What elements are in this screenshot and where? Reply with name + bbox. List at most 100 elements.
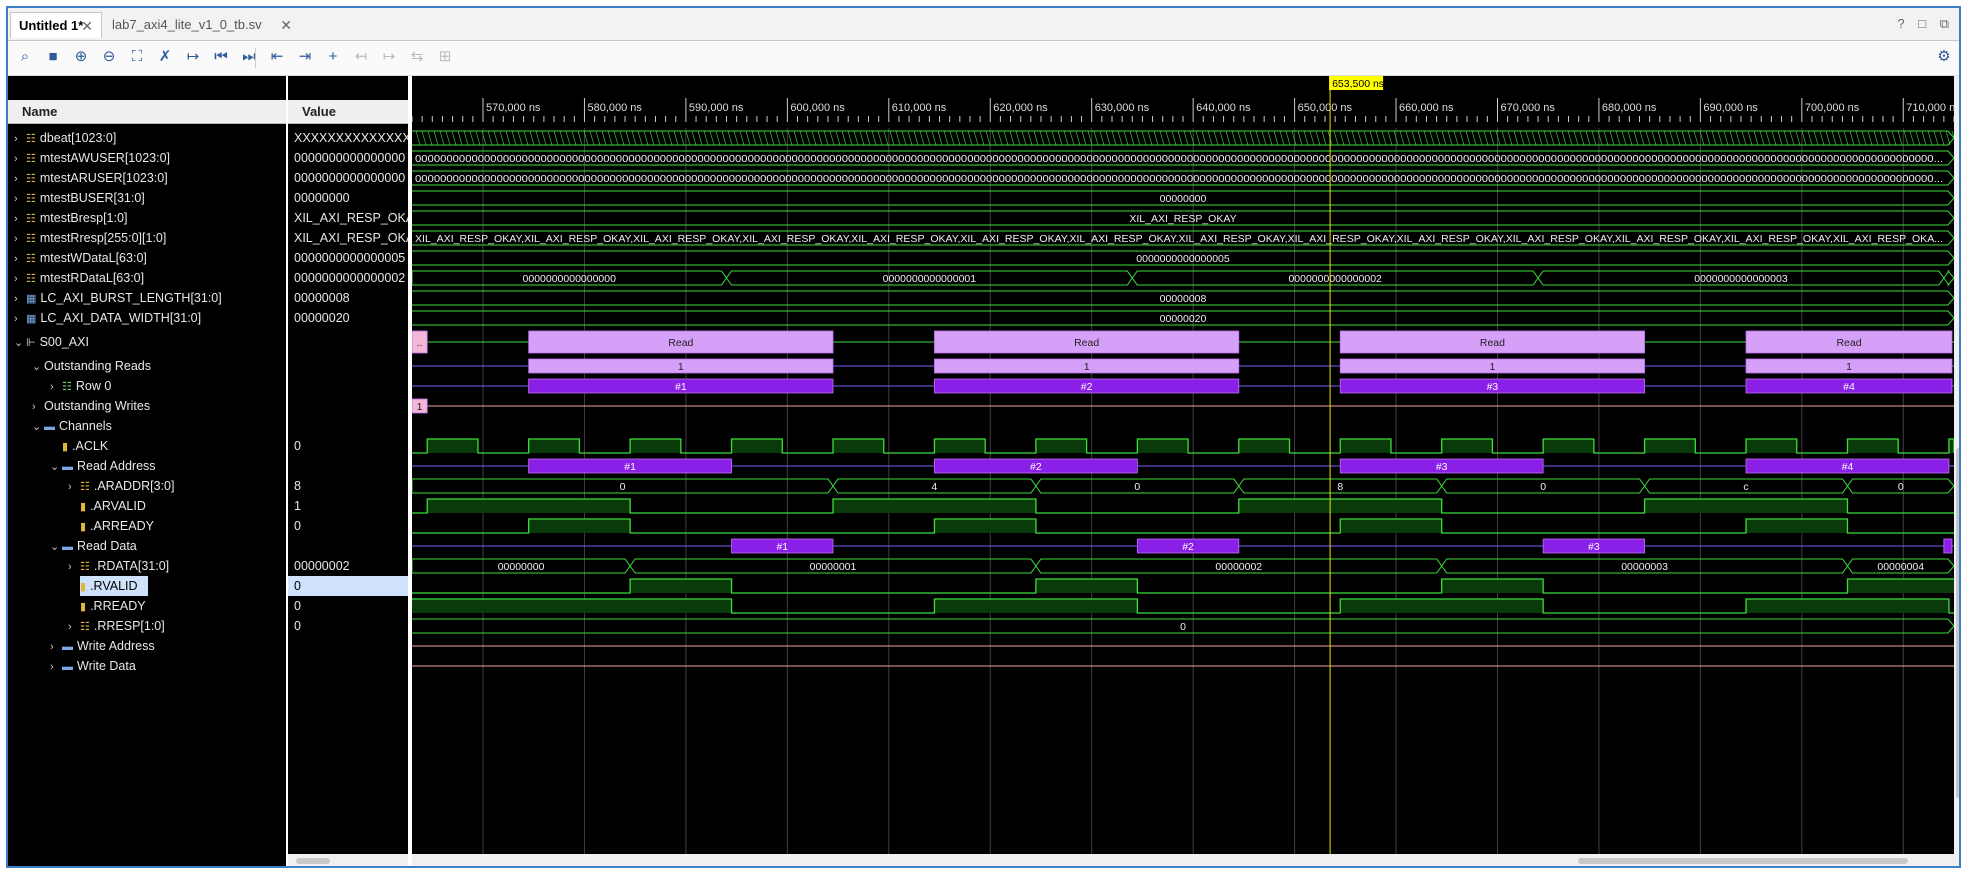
signal-row-write-data[interactable]: › ▬ Write Data bbox=[50, 656, 136, 676]
chevron-right-icon[interactable]: › bbox=[68, 617, 80, 637]
waveform-lc-axi-burst-length-31-0[interactable]: 00000008 bbox=[412, 290, 1955, 306]
signal-row-aclk[interactable]: ▮ .ACLK bbox=[50, 436, 108, 456]
signal-value[interactable] bbox=[294, 356, 408, 376]
signal-row-araddr-3-0[interactable]: › ☷ .ARADDR[3:0] bbox=[68, 476, 174, 496]
tab-untitled-1[interactable]: Untitled 1* ✕ bbox=[10, 12, 102, 38]
signal-row-outstanding-reads[interactable]: ⌄ Outstanding Reads bbox=[32, 356, 151, 376]
chevron-right-icon[interactable]: › bbox=[50, 637, 62, 657]
chevron-right-icon[interactable]: › bbox=[32, 397, 44, 417]
signal-value[interactable]: 00000020 bbox=[294, 308, 408, 328]
value-column-header[interactable]: Value bbox=[288, 100, 408, 124]
signal-row-write-address[interactable]: › ▬ Write Address bbox=[50, 636, 155, 656]
signal-row-outstanding-writes[interactable]: › Outstanding Writes bbox=[32, 396, 150, 416]
signal-value[interactable]: XIL_AXI_RESP_OKAY bbox=[294, 208, 408, 228]
float-icon[interactable]: ⧉ bbox=[1940, 16, 1949, 31]
signal-value[interactable] bbox=[294, 636, 408, 656]
signal-value[interactable]: 0 bbox=[294, 436, 408, 456]
previous-marker-icon[interactable]: ↤ bbox=[350, 46, 372, 68]
waveform-arvalid[interactable] bbox=[412, 498, 1954, 514]
settings-gear-icon[interactable]: ⚙ bbox=[1933, 46, 1955, 68]
signal-value[interactable] bbox=[294, 376, 408, 396]
waveform-panel[interactable]: 570,000 ns 580,000 ns 590,000 ns 600,000 ns… bbox=[411, 76, 1959, 868]
chevron-down-icon[interactable]: ⌄ bbox=[50, 537, 62, 557]
chevron-down-icon[interactable]: ⌄ bbox=[14, 329, 26, 357]
signal-row-row-0[interactable]: › ☷ Row 0 bbox=[50, 376, 111, 396]
signal-row-s00-axi[interactable]: ⌄ ⊩ S00_AXI bbox=[14, 328, 89, 356]
signal-value[interactable]: 1 bbox=[294, 496, 408, 516]
chevron-right-icon[interactable]: › bbox=[14, 189, 26, 209]
help-icon[interactable]: ? bbox=[1897, 16, 1904, 31]
signal-row-channels[interactable]: ⌄ ▬ Channels bbox=[32, 416, 112, 436]
maximize-icon[interactable]: □ bbox=[1918, 16, 1926, 31]
waveform-rready[interactable] bbox=[412, 598, 1954, 614]
signal-value[interactable]: 00000000 bbox=[294, 188, 408, 208]
close-icon[interactable]: ✕ bbox=[280, 12, 292, 38]
signal-value[interactable]: 0000000000000000 bbox=[294, 148, 408, 168]
waveform-mtestrresp-255-0-1-0[interactable]: XIL_AXI_RESP_OKAY,XIL_AXI_RESP_OKAY,XIL_… bbox=[412, 230, 1955, 246]
waveform-read-data[interactable]: #1 #2 #3 bbox=[412, 538, 1954, 554]
chevron-right-icon[interactable]: › bbox=[14, 249, 26, 269]
signal-value[interactable] bbox=[294, 536, 408, 556]
wave-scroll-thumb[interactable] bbox=[1578, 858, 1908, 864]
signal-row-lc-axi-data-width-31-0[interactable]: › ▦ LC_AXI_DATA_WIDTH[31:0] bbox=[14, 308, 201, 328]
signal-value[interactable]: XIL_AXI_RESP_OKAY bbox=[294, 228, 408, 248]
signal-value[interactable]: 0 bbox=[294, 516, 408, 536]
signal-value[interactable]: 00000002 bbox=[294, 556, 408, 576]
signal-row-rvalid[interactable]: ▮ .RVALID bbox=[68, 576, 138, 596]
signal-row-read-address[interactable]: ⌄ ▬ Read Address bbox=[50, 456, 156, 476]
chevron-right-icon[interactable]: › bbox=[14, 229, 26, 249]
tab-testbench-file[interactable]: lab7_axi4_lite_v1_0_tb.sv ✕ bbox=[104, 12, 300, 38]
vertical-scroll-thumb[interactable] bbox=[1956, 448, 1959, 798]
waveform-outstanding-writes[interactable]: 1 bbox=[411, 398, 1954, 414]
signal-value[interactable] bbox=[294, 456, 408, 476]
waveform-mtestawuser-1023-0[interactable]: 0000000000000000000000000000000000000000… bbox=[412, 150, 1955, 166]
cursor-off-icon[interactable]: ✗ bbox=[154, 46, 176, 68]
close-icon[interactable]: ✕ bbox=[81, 13, 93, 39]
signal-row-rdata-31-0[interactable]: › ☷ .RDATA[31:0] bbox=[68, 556, 169, 576]
chevron-down-icon[interactable]: ⌄ bbox=[32, 357, 44, 377]
signal-value[interactable]: 00000008 bbox=[294, 288, 408, 308]
transaction-box[interactable] bbox=[1943, 538, 1953, 554]
waveform-canvas[interactable]: 570,000 ns 580,000 ns 590,000 ns 600,000 ns… bbox=[411, 76, 1959, 868]
waveform-mtestwdatal-63-0[interactable]: 0000000000000005 bbox=[412, 250, 1955, 266]
chevron-right-icon[interactable]: › bbox=[68, 477, 80, 497]
next-marker-icon[interactable]: ↦ bbox=[378, 46, 400, 68]
signal-row-mtestbuser-31-0[interactable]: › ☷ mtestBUSER[31:0] bbox=[14, 188, 145, 208]
signal-row-dbeat-1023-0[interactable]: › ☷ dbeat[1023:0] bbox=[14, 128, 116, 148]
name-column-header[interactable]: Name bbox=[8, 100, 286, 124]
signal-row-mtestrdatal-63-0[interactable]: › ☷ mtestRDataL[63:0] bbox=[14, 268, 144, 288]
waveform-mtestaruser-1023-0[interactable]: 0000000000000000000000000000000000000000… bbox=[412, 170, 1955, 186]
waveform-araddr-3-0[interactable]: 0 4 0 8 0 c 0 bbox=[411, 478, 1955, 494]
signal-row-rready[interactable]: ▮ .RREADY bbox=[68, 596, 146, 616]
waveform-row-0[interactable]: #1 #2 #3 #4 bbox=[412, 378, 1954, 394]
signal-row-mtestawuser-1023-0[interactable]: › ☷ mtestAWUSER[1023:0] bbox=[14, 148, 170, 168]
waveform-rresp-1-0[interactable]: 0 bbox=[412, 618, 1955, 634]
search-icon[interactable]: ⌕ bbox=[14, 46, 36, 68]
signal-row-arready[interactable]: ▮ .ARREADY bbox=[68, 516, 154, 536]
waveform-mtestbresp-1-0[interactable]: XIL_AXI_RESP_OKAY bbox=[412, 210, 1955, 226]
signal-value[interactable] bbox=[294, 656, 408, 676]
go-to-cursor-icon[interactable]: ↦ bbox=[182, 46, 204, 68]
zoom-out-icon[interactable]: ⊖ bbox=[98, 46, 120, 68]
value-scroll-thumb[interactable] bbox=[296, 858, 330, 864]
chevron-right-icon[interactable]: › bbox=[50, 377, 62, 397]
chevron-right-icon[interactable]: › bbox=[14, 129, 26, 149]
signal-row-mtestwdatal-63-0[interactable]: › ☷ mtestWDataL[63:0] bbox=[14, 248, 147, 268]
waveform-read-address[interactable]: #1 #2 #3 #4 bbox=[412, 458, 1954, 474]
chevron-right-icon[interactable]: › bbox=[14, 149, 26, 169]
signal-row-rresp-1-0[interactable]: › ☷ .RRESP[1:0] bbox=[68, 616, 165, 636]
zoom-fit-icon[interactable]: ⛶ bbox=[126, 46, 148, 68]
signal-value[interactable]: 0 bbox=[288, 576, 408, 596]
chevron-down-icon[interactable]: ⌄ bbox=[50, 457, 62, 477]
chevron-right-icon[interactable]: › bbox=[14, 269, 26, 289]
signal-value[interactable]: 0000000000000005 bbox=[294, 248, 408, 268]
signal-row-mtestaruser-1023-0[interactable]: › ☷ mtestARUSER[1023:0] bbox=[14, 168, 168, 188]
signal-value[interactable] bbox=[294, 396, 408, 416]
signal-value[interactable] bbox=[294, 416, 408, 436]
add-marker-icon[interactable]: + bbox=[322, 46, 344, 68]
chevron-right-icon[interactable]: › bbox=[14, 209, 26, 229]
waveform-dbeat-1023-0[interactable] bbox=[412, 130, 1957, 146]
waveform-rvalid[interactable] bbox=[412, 578, 1954, 594]
previous-transition-icon[interactable]: ⇤ bbox=[266, 46, 288, 68]
signal-value[interactable]: 0000000000000002 bbox=[294, 268, 408, 288]
